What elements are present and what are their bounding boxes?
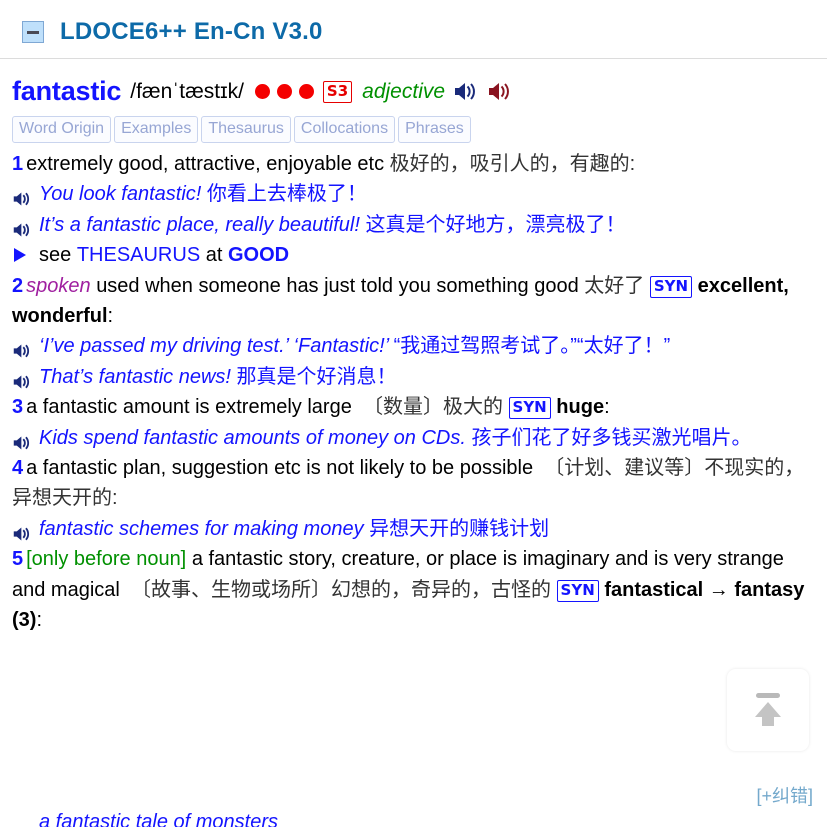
example-sentence: fantastic schemes for making money 异想天开的…	[12, 514, 815, 544]
sense-definition-en: a fantastic plan, suggestion etc is not …	[26, 456, 534, 479]
frequency-dot	[298, 84, 314, 100]
cross-reference[interactable]: see THESAURUS at GOOD	[12, 240, 815, 270]
xref-entry[interactable]: GOOD	[228, 244, 289, 266]
button-word-origin[interactable]: Word Origin	[12, 116, 112, 144]
example-sentence: You look fantastic! 你看上去棒极了！	[12, 179, 815, 209]
example-en: That’s fantastic news!	[39, 365, 231, 388]
example-en: Kids spend fantastic amounts of money on…	[39, 426, 466, 449]
sense-number: 4	[12, 456, 24, 479]
frequency-dots	[254, 84, 321, 100]
syn-badge: SYN	[556, 579, 599, 602]
speaker-icon[interactable]	[13, 521, 32, 551]
scroll-to-top-icon	[755, 693, 781, 726]
syn-tail: :	[36, 608, 43, 631]
syn-badge: SYN	[649, 275, 693, 298]
example-cn: 那真是个好消息！	[236, 365, 397, 388]
speaker-icon[interactable]	[454, 81, 479, 102]
speaker-icon[interactable]	[13, 430, 32, 460]
example-cn: 异想天开的赚钱计划	[369, 517, 550, 540]
pronunciation: /fænˈtæstɪk/	[130, 79, 244, 103]
sense-definition-cn: 极好的，吸引人的，有趣的:	[389, 153, 636, 176]
example-en: ‘I’ve passed my driving test.’ ‘Fantasti…	[39, 335, 389, 358]
button-examples[interactable]: Examples	[114, 116, 199, 144]
button-thesaurus[interactable]: Thesaurus	[201, 116, 291, 144]
headword: fantastic	[12, 76, 122, 106]
syn-tail: :	[107, 304, 114, 327]
report-error-link[interactable]: [+纠错]	[756, 782, 813, 808]
speaker-icon[interactable]	[488, 81, 513, 102]
example-sentence: That’s fantastic news! 那真是个好消息！	[12, 362, 815, 392]
sense-number: 1	[12, 153, 24, 176]
sense-definition-cn: 〔数量〕极大的	[362, 396, 503, 419]
sense-4: 4a fantastic plan, suggestion etc is not…	[12, 453, 815, 514]
example-cn: 这真是个好地方，漂亮极了！	[365, 213, 626, 236]
sense-5: 5 [only before noun] a fantastic story, c…	[12, 544, 815, 635]
sense-1: 1 extremely good, attractive, enjoyable e…	[12, 149, 815, 179]
headword-line: fantastic /fænˈtæstɪk/ S3 adjective	[12, 71, 815, 112]
example-en: fantastic schemes for making money	[39, 517, 364, 540]
sense-number: 3	[12, 396, 24, 419]
part-of-speech: adjective	[362, 79, 446, 103]
sense-number: 5	[12, 548, 24, 571]
xref-see: see	[39, 244, 72, 267]
minus-icon[interactable]	[22, 21, 44, 43]
sense-definition-cn: 〔故事、生物或场所〕幻想的，奇异的，古怪的	[130, 578, 551, 601]
speaker-icon[interactable]	[13, 369, 32, 399]
button-phrases[interactable]: Phrases	[398, 116, 471, 144]
example-en: You look fantastic!	[39, 183, 202, 206]
sense-definition-en: a fantastic amount is extremely large	[26, 396, 352, 419]
example-sentence: ‘I’ve passed my driving test.’ ‘Fantasti…	[12, 331, 815, 361]
example-sentence: Kids spend fantastic amounts of money on…	[12, 423, 815, 453]
sense-definition-en: extremely good, attractive, enjoyable et…	[26, 153, 385, 176]
sense-number: 2	[12, 274, 24, 297]
status-badge: S3	[322, 80, 353, 103]
sense-definition-cn: 太好了	[584, 274, 645, 297]
dictionary-header: LDOCE6++ En-Cn V3.0	[0, 0, 827, 59]
example-cn: 你看上去棒极了！	[206, 183, 367, 206]
sense-3: 3a fantastic amount is extremely large 〔…	[12, 392, 815, 422]
register-label: spoken	[26, 274, 91, 297]
page-title: LDOCE6++ En-Cn V3.0	[60, 18, 323, 45]
scroll-to-top-button[interactable]	[727, 669, 809, 751]
clipped-next-line: a fantastic tale of monsters	[12, 813, 815, 827]
frequency-dot	[276, 84, 292, 100]
example-cn: 孩子们花了好多钱买激光唱片。	[471, 426, 752, 449]
grammar-label: [only before noun]	[26, 548, 187, 571]
frequency-dot	[254, 84, 270, 100]
clipped-text: a fantastic tale of monsters	[39, 813, 279, 827]
example-cn: “我通过驾照考试了。”“太好了！”	[393, 335, 671, 358]
example-sentence: It’s a fantastic place, really beautiful…	[12, 210, 815, 240]
xref-target[interactable]: THESAURUS	[77, 244, 200, 266]
triangle-right-icon	[14, 248, 26, 263]
entry-section-buttons: Word Origin Examples Thesaurus Collocati…	[12, 116, 815, 144]
syn-tail: :	[604, 396, 610, 419]
example-en: It’s a fantastic place, really beautiful…	[39, 213, 360, 236]
xref-at: at	[205, 244, 223, 267]
dictionary-entry: fantastic /fænˈtæstɪk/ S3 adjective Word	[0, 59, 827, 635]
sense-2: 2 spoken used when someone has just told …	[12, 271, 815, 332]
button-collocations[interactable]: Collocations	[293, 116, 396, 144]
synonym-words[interactable]: huge	[556, 396, 604, 418]
sense-definition-en: used when someone has just told you some…	[96, 274, 579, 297]
syn-badge: SYN	[508, 397, 551, 420]
